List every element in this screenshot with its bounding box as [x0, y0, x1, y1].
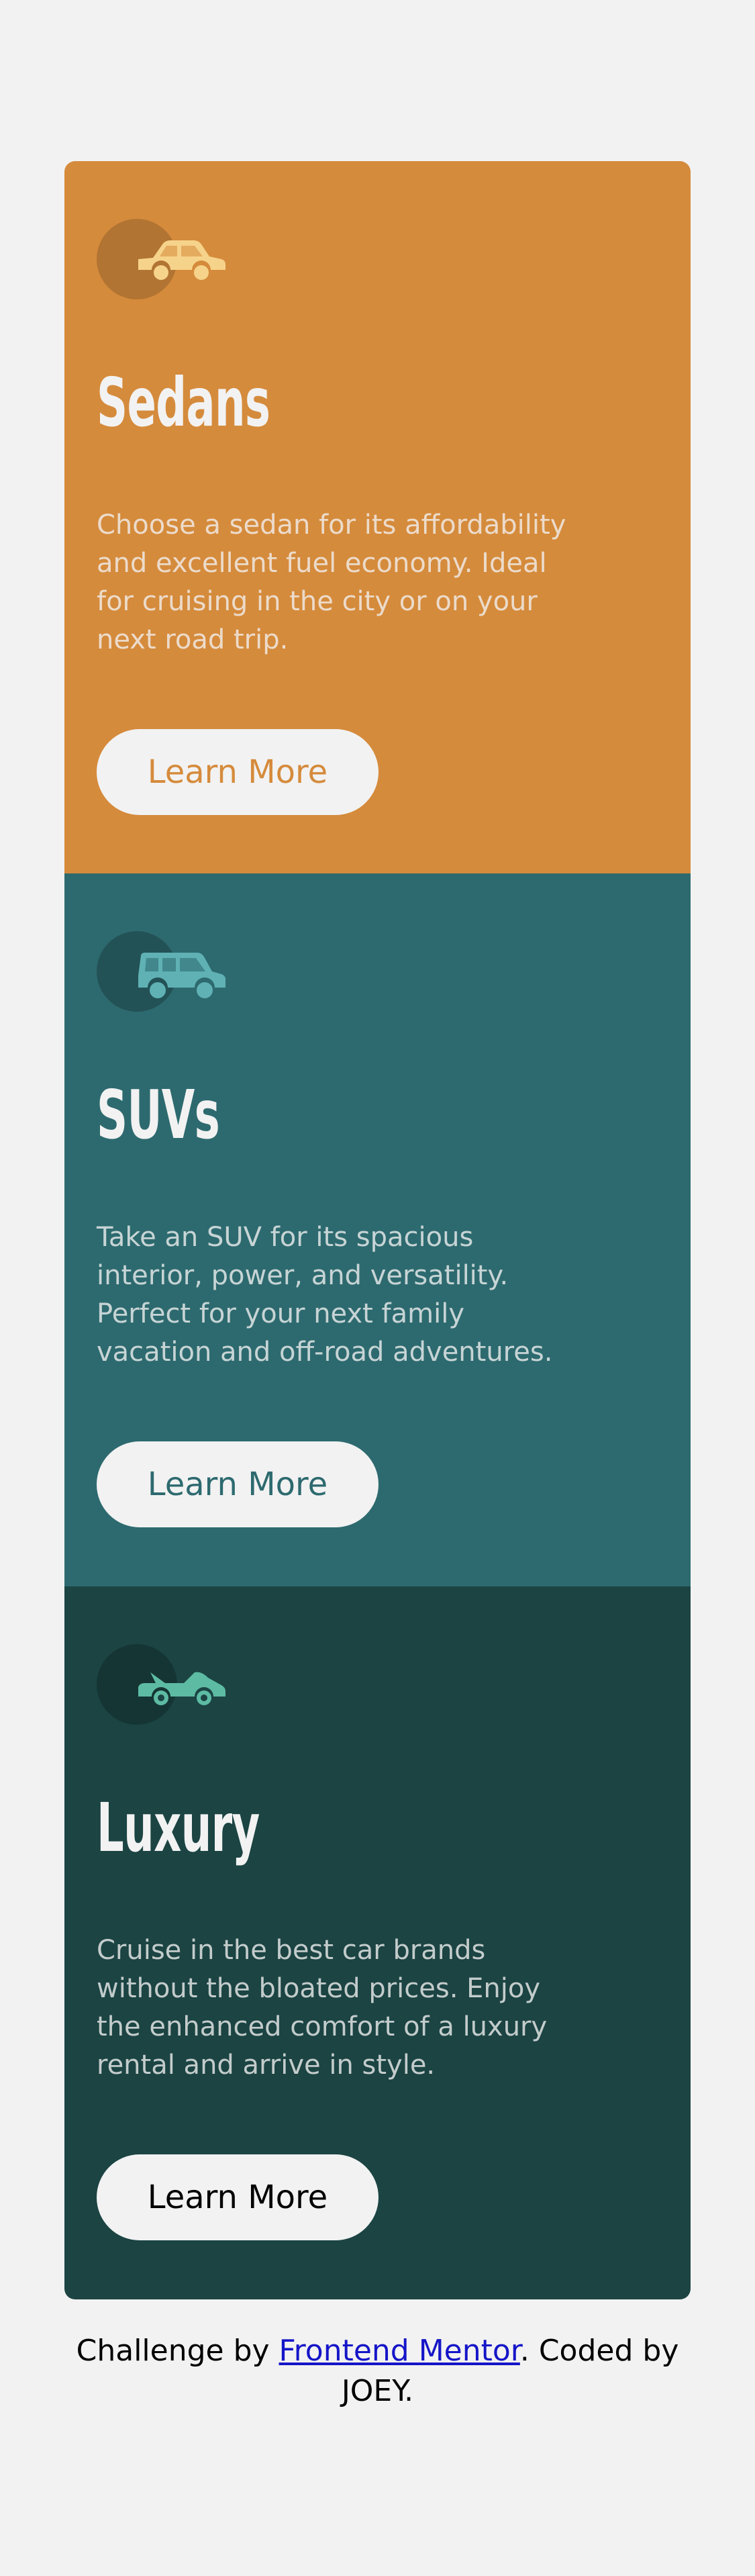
card-luxury: Luxury Cruise in the best car brands wit…	[64, 1586, 691, 2299]
card-sedans: Sedans Choose a sedan for its affordabil…	[64, 161, 691, 873]
card-title: Sedans	[97, 363, 270, 442]
suv-car-glyph	[138, 953, 225, 998]
frontend-mentor-link[interactable]: Frontend Mentor	[279, 2334, 520, 2368]
card-description: Choose a sedan for its affordability and…	[97, 510, 566, 655]
card-description: Cruise in the best car brands without th…	[97, 1935, 548, 2081]
learn-more-button[interactable]: Learn More	[97, 1441, 379, 1527]
sedan-car-glyph	[138, 240, 225, 280]
sedan-car-icon	[97, 219, 231, 299]
card-description: Take an SUV for its spacious interior, p…	[97, 1222, 553, 1368]
luxury-car-icon	[97, 1644, 231, 1725]
learn-more-button[interactable]: Learn More	[97, 2154, 379, 2240]
car-cards: Sedans Choose a sedan for its affordabil…	[64, 161, 691, 2299]
luxury-car-glyph	[138, 1672, 225, 1705]
card-title: SUVs	[97, 1076, 220, 1154]
attribution-prefix: Challenge by	[76, 2334, 279, 2368]
attribution-footer: Challenge by Frontend Mentor. Coded by J…	[40, 2331, 715, 2412]
suv-car-icon	[97, 931, 231, 1012]
learn-more-button[interactable]: Learn More	[97, 729, 379, 815]
card-suvs: SUVs Take an SUV for its spacious interi…	[64, 873, 691, 1586]
card-title: Luxury	[97, 1788, 260, 1867]
